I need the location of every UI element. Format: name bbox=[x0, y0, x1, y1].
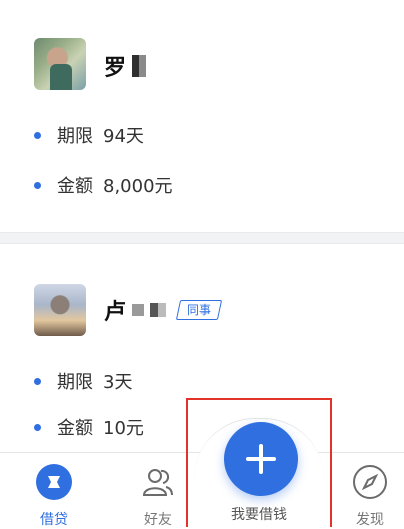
bullet-dot bbox=[34, 131, 41, 139]
name-mosaic bbox=[132, 304, 145, 316]
highlight-box bbox=[186, 398, 332, 527]
term-value: 3天 bbox=[103, 372, 133, 393]
tab-loan[interactable]: 借贷 bbox=[14, 453, 94, 528]
term-row: 期限 3天 bbox=[34, 368, 132, 394]
amount-value: 10元 bbox=[103, 418, 144, 439]
friends-icon bbox=[139, 463, 177, 501]
tab-discover[interactable]: 发现 bbox=[330, 453, 404, 528]
bullet-dot bbox=[34, 181, 41, 189]
avatar bbox=[34, 284, 86, 336]
contact-name-text: 卢 bbox=[104, 300, 127, 325]
contact-name: 卢 同事 bbox=[104, 294, 223, 326]
compass-icon bbox=[351, 463, 389, 501]
term-label: 期限 bbox=[57, 372, 93, 393]
loan-icon bbox=[35, 463, 73, 501]
bullet-dot bbox=[34, 423, 41, 431]
relation-tag: 同事 bbox=[175, 300, 223, 320]
avatar bbox=[34, 38, 86, 90]
amount-label: 金额 bbox=[57, 418, 93, 439]
contact-name-text: 罗 bbox=[104, 56, 127, 81]
term-label: 期限 bbox=[57, 126, 93, 147]
tab-loan-label: 借贷 bbox=[40, 512, 68, 528]
name-mosaic bbox=[150, 303, 167, 317]
contact-name: 罗 bbox=[104, 50, 147, 82]
term-value: 94天 bbox=[103, 126, 144, 147]
bullet-dot bbox=[34, 377, 41, 385]
name-mosaic bbox=[132, 55, 147, 77]
tab-friends-label: 好友 bbox=[144, 512, 172, 528]
tab-discover-label: 发现 bbox=[356, 512, 384, 528]
amount-row: 金额 10元 bbox=[34, 414, 144, 440]
amount-label: 金额 bbox=[57, 176, 93, 197]
amount-row: 金额 8,000元 bbox=[34, 172, 173, 198]
amount-value: 8,000元 bbox=[103, 176, 173, 197]
term-row: 期限 94天 bbox=[34, 122, 144, 148]
loan-card[interactable]: 罗 期限 94天 金额 8,000元 bbox=[0, 0, 404, 232]
card-divider bbox=[0, 232, 404, 244]
